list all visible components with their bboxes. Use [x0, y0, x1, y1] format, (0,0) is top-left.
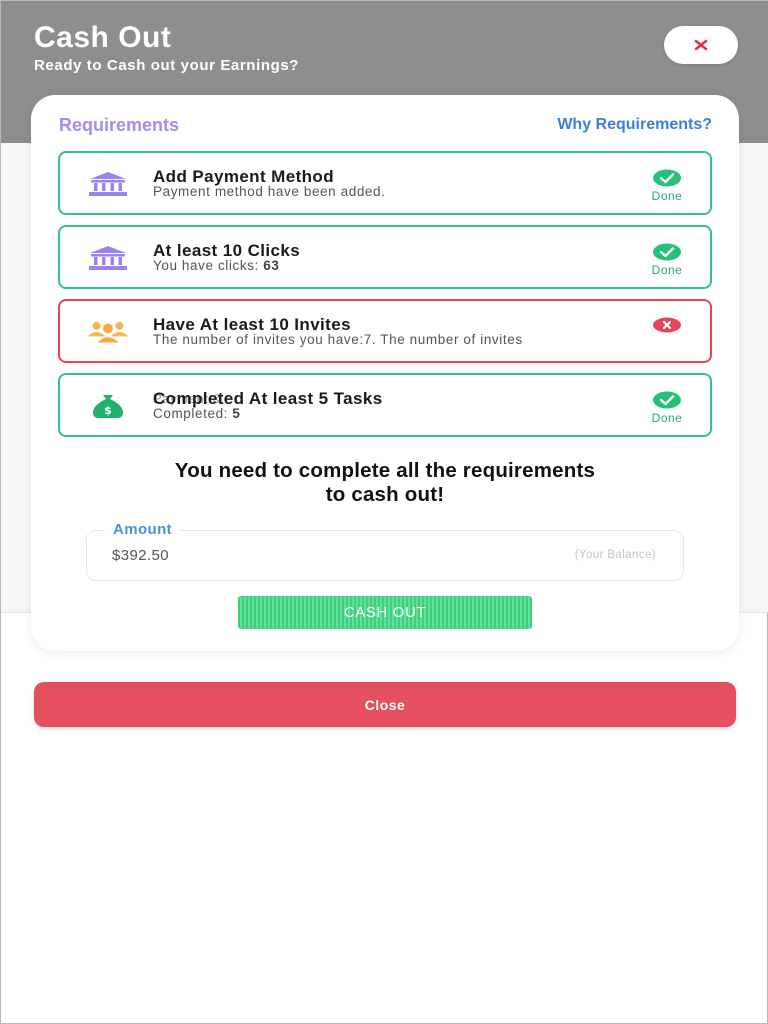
page-subtitle: Ready to Cash out your Earnings?	[34, 57, 300, 74]
page-title: Cash Out	[34, 21, 172, 54]
cash-out-button[interactable]: CASH OUT	[238, 596, 532, 629]
amount-field[interactable]: Amount $392.50 (Your Balance)	[86, 521, 684, 581]
bank-icon	[86, 167, 130, 201]
requirement-invites[interactable]: Have At least 10 Invites The number of i…	[58, 299, 712, 363]
requirement-description: The number of invites you have:7. The nu…	[153, 332, 523, 347]
status-done: Done	[642, 391, 692, 425]
requirements-heading: Requirements	[59, 115, 180, 135]
status-done: Done	[642, 169, 692, 203]
requirement-tasks[interactable]: $ Payment & Completed At least 5 Tasks C…	[58, 373, 712, 437]
users-icon	[86, 315, 130, 349]
requirement-description: Payment method have been added.	[153, 184, 386, 199]
money-bag-icon: $	[86, 389, 130, 423]
check-circle-icon	[653, 243, 681, 261]
error-circle-icon	[653, 317, 681, 333]
requirement-description: Completed: 5	[153, 406, 241, 421]
status-failed	[642, 317, 692, 333]
status-label: Done	[651, 263, 683, 277]
check-circle-icon	[653, 391, 681, 409]
dismiss-button[interactable]	[664, 26, 738, 64]
svg-text:$: $	[104, 404, 112, 417]
why-requirements-link[interactable]: Why Requirements?	[557, 116, 712, 134]
amount-value: $392.50	[112, 547, 170, 564]
close-button[interactable]: Close	[34, 682, 736, 727]
requirement-description: You have clicks: 63	[153, 258, 280, 273]
close-icon	[694, 39, 708, 51]
status-label: Done	[651, 189, 683, 203]
cashout-card: Requirements Why Requirements? Add Payme…	[31, 95, 739, 651]
status-label: Done	[651, 411, 683, 425]
requirements-list: Add Payment Method Payment method have b…	[58, 151, 712, 447]
bank-icon	[86, 241, 130, 275]
requirements-warning: You need to complete all the requirement…	[174, 459, 596, 506]
requirement-payment-method[interactable]: Add Payment Method Payment method have b…	[58, 151, 712, 215]
amount-label: Amount	[105, 521, 181, 538]
amount-hint: (Your Balance)	[574, 549, 656, 561]
requirement-clicks[interactable]: At least 10 Clicks You have clicks: 63 D…	[58, 225, 712, 289]
check-circle-icon	[653, 169, 681, 187]
status-done: Done	[642, 243, 692, 277]
